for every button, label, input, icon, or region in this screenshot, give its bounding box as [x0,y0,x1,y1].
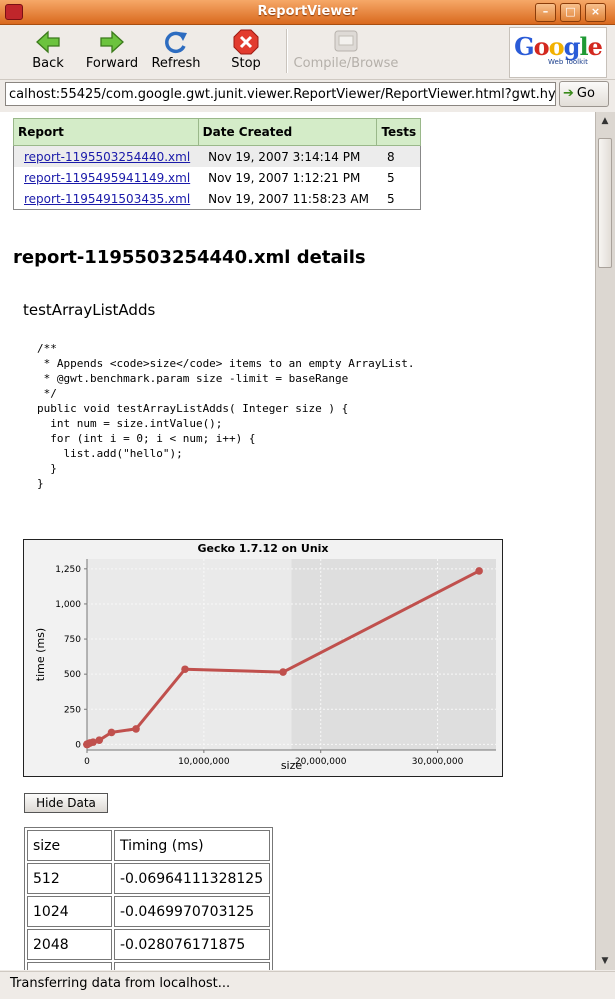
table-row[interactable]: report-1195495941149.xml Nov 19, 2007 1:… [14,167,421,188]
x-tick-label: 30,000,000 [412,757,464,767]
table-row: 2048 -0.028076171875 [27,929,270,960]
table-row: 512 -0.06964111328125 [27,863,270,894]
gwt-logo: Google Web Toolkit [509,27,607,78]
refresh-icon [165,31,187,54]
report-link[interactable]: report-1195503254440.xml [24,150,190,164]
back-label: Back [32,56,64,71]
report-link[interactable]: report-1195495941149.xml [24,171,190,185]
y-tick-label: 500 [64,670,81,680]
stop-label: Stop [231,56,261,71]
go-button[interactable]: ➔ Go [559,81,609,107]
data-point [107,728,116,737]
report-tests: 5 [386,170,395,185]
col-date-created: Date Created [197,118,378,146]
timing-cell: -0.06964111328125 [114,863,270,894]
chart-svg: Gecko 1.7.12 on Unix 0 250 500 750 1,000 1,250… [34,542,496,772]
url-input[interactable]: calhost:55425/com.google.gwt.junit.viewe… [5,82,556,106]
timing-cell: 0.03167285625 [114,962,270,970]
status-bar: Transferring data from localhost... [0,971,615,999]
compile-icon [334,30,358,52]
toolbar-separator [286,29,288,73]
details-heading: report-1195503254440.xml details [13,247,366,268]
stop-icon [233,29,259,55]
hide-data-button[interactable]: Hide Data [24,793,108,813]
data-point [181,665,189,674]
report-link[interactable]: report-1195491503435.xml [24,192,190,206]
y-tick-label: 250 [64,705,81,715]
toolbar: Back Forward Refresh Stop Compile/Browse… [0,25,615,80]
address-bar: calhost:55425/com.google.gwt.junit.viewe… [0,80,615,110]
col-timing: Timing (ms) [114,830,270,861]
back-button[interactable]: Back [28,27,68,77]
x-axis-label: size [281,759,303,772]
close-window-button[interactable]: × [585,3,606,22]
data-point [279,668,287,676]
data-point [95,736,104,744]
reports-header-row: Report Date Created Tests [13,118,422,146]
plot-area-shade [87,559,292,750]
x-tick-label: 0 [84,757,90,767]
col-size: size [27,830,112,861]
table-row[interactable]: report-1195491503435.xml Nov 19, 2007 11… [14,188,421,210]
vertical-scrollbar[interactable]: ▲ ▼ [595,112,615,970]
size-cell: 1024 [27,896,112,927]
x-tick-label: 20,000,000 [295,757,347,767]
scroll-up-icon[interactable]: ▲ [598,114,612,128]
table-row[interactable]: report-1195503254440.xml Nov 19, 2007 3:… [13,145,421,167]
col-tests: Tests [376,118,422,146]
table-row: 4096 0.03167285625 [27,962,270,970]
refresh-label: Refresh [151,56,201,71]
x-tick-label: 10,000,000 [178,757,230,767]
y-tick-label: 1,000 [55,600,81,610]
size-cell: 512 [27,863,112,894]
size-cell: 2048 [27,929,112,960]
back-arrow-icon [36,30,60,54]
title-bar: ReportViewer – □ × [0,0,615,25]
report-date: Nov 19, 2007 11:58:23 AM [208,191,369,206]
test-name: testArrayListAdds [23,301,156,319]
benchmark-chart: Gecko 1.7.12 on Unix 0 250 500 750 1,000 1,250… [23,539,503,777]
compile-label: Compile/Browse [293,56,399,71]
refresh-button[interactable]: Refresh [150,27,202,77]
maximize-button[interactable]: □ [560,3,581,22]
table-row: 1024 -0.0469970703125 [27,896,270,927]
timing-cell: -0.0469970703125 [114,896,270,927]
stop-button[interactable]: Stop [226,27,266,77]
report-date: Nov 19, 2007 1:12:21 PM [208,170,361,185]
report-date: Nov 19, 2007 3:14:14 PM [198,145,377,167]
chart-title: Gecko 1.7.12 on Unix [197,542,328,555]
y-tick-label: 750 [64,635,81,645]
go-arrow-icon: ➔ [563,86,574,101]
data-header-row: size Timing (ms) [27,830,270,861]
data-point [132,725,140,733]
forward-arrow-icon [100,30,124,54]
test-source-code: /** * Appends <code>size</code> items to… [37,342,415,490]
size-cell: 4096 [27,962,112,970]
data-point [475,567,483,575]
scroll-thumb[interactable] [598,138,612,268]
y-tick-label: 1,250 [55,565,81,575]
y-tick-label: 0 [75,740,81,750]
col-report: Report [13,118,199,146]
go-label: Go [576,86,595,101]
status-text: Transferring data from localhost... [10,976,231,991]
scroll-down-icon[interactable]: ▼ [598,954,612,968]
report-tests: 8 [376,145,421,167]
google-logo-text: Google [514,32,603,61]
report-tests: 5 [386,191,395,206]
y-axis-label: time (ms) [34,628,47,681]
minimize-button[interactable]: – [535,3,556,22]
forward-button[interactable]: Forward [84,27,140,77]
compile-browse-button[interactable]: Compile/Browse [293,27,399,77]
forward-label: Forward [85,56,139,71]
timing-cell: -0.028076171875 [114,929,270,960]
page-content: Report Date Created Tests report-1195503… [0,112,595,970]
timing-data-table: size Timing (ms) 512 -0.06964111328125 1… [24,827,273,970]
reports-table: Report Date Created Tests report-1195503… [13,118,422,210]
window-title: ReportViewer [257,4,358,19]
